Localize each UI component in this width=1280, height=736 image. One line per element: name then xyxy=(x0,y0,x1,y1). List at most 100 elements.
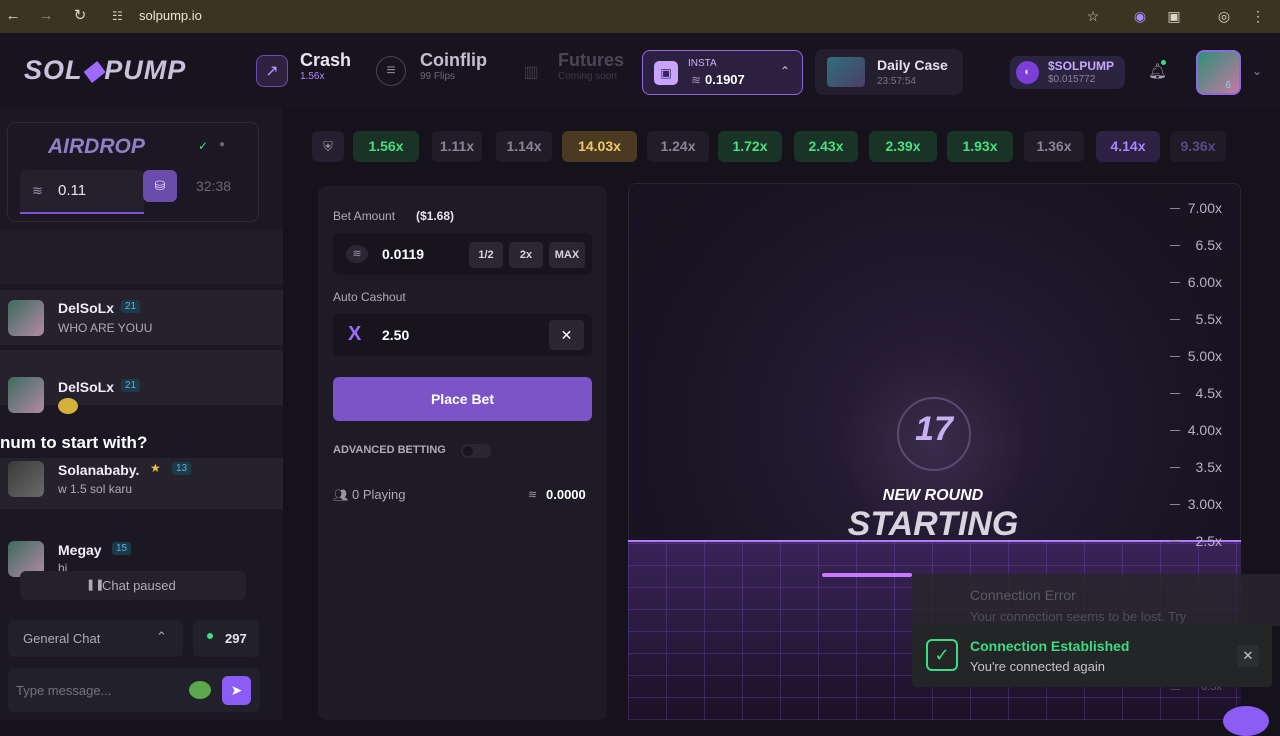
emoji-icon xyxy=(58,398,78,414)
auto-cashout-input[interactable]: 2.50 xyxy=(382,327,409,343)
chat-username[interactable]: DelSoLx xyxy=(58,379,114,395)
avatar[interactable] xyxy=(8,300,44,336)
tab-coinflip-count: 99 Flips xyxy=(420,71,456,82)
tab-futures-label: Futures xyxy=(558,50,625,70)
chat-message: DelSoLx 21 WHO ARE YOUU xyxy=(0,290,283,346)
wallet-dropdown[interactable]: ▣ INSTA ≋ 0.1907 ⌃ xyxy=(642,50,803,95)
tab-crash[interactable]: Crash 1.56x xyxy=(300,50,351,94)
support-bubble[interactable] xyxy=(1223,706,1269,736)
players-icon: 👥︎ xyxy=(333,488,349,502)
chat-username[interactable]: Megay xyxy=(58,542,102,558)
advanced-betting-label: ADVANCED BETTING xyxy=(333,444,446,456)
chat-message-faded xyxy=(0,230,283,285)
bet-amount-usd: ($1.68) xyxy=(416,209,455,223)
multiplier-x-icon: X xyxy=(348,323,362,345)
place-bet-button[interactable]: Place Bet xyxy=(333,377,592,421)
forward-icon[interactable]: → xyxy=(37,7,55,25)
history-multiplier-pill[interactable]: 14.03x xyxy=(562,131,637,162)
axis-tick xyxy=(1170,467,1180,468)
history-multiplier-pill[interactable]: 2.39x xyxy=(869,131,937,162)
sol-icon: ≋ xyxy=(32,183,43,198)
bet-amount-input[interactable]: 0.0119 xyxy=(382,246,424,262)
tab-coinflip[interactable]: Coinflip 99 Flips xyxy=(420,50,487,94)
profile-icon[interactable]: ◎ xyxy=(1215,7,1233,25)
info-icon[interactable]: ● xyxy=(219,139,225,150)
chat-username[interactable]: DelSoLx xyxy=(58,300,114,316)
clear-icon[interactable]: ✕ xyxy=(549,320,584,350)
history-multiplier-pill[interactable]: 1.72x xyxy=(718,131,782,162)
advanced-betting-toggle[interactable] xyxy=(461,444,491,458)
chat-message: DelSoLx 21 xyxy=(0,350,283,414)
half-bet-button[interactable]: 1/2 xyxy=(469,242,503,268)
history-multiplier-pill[interactable]: 1.14x xyxy=(496,131,552,162)
axis-tick xyxy=(1170,541,1180,542)
axis-tick-label: 4.00x xyxy=(1187,422,1222,438)
crash-chart-icon[interactable]: ↗ xyxy=(256,55,288,87)
solpump-token-icon: ◐ xyxy=(1016,61,1039,84)
history-multiplier-pill[interactable]: 9.36x xyxy=(1170,131,1226,162)
check-icon: ✓ xyxy=(926,639,958,671)
menu-kebab-icon[interactable]: ⋮ xyxy=(1249,7,1267,25)
online-dot-icon xyxy=(207,633,213,639)
extensions-icon[interactable]: ▣ xyxy=(1165,7,1183,25)
channel-label: General Chat xyxy=(23,631,101,646)
chat-username[interactable]: Solanababy. xyxy=(58,462,139,478)
axis-tick-label: 2.5x xyxy=(1195,533,1222,549)
close-icon[interactable]: ✕ xyxy=(1237,645,1259,667)
history-multiplier-pill[interactable]: 1.11x xyxy=(432,131,482,162)
chat-channel-select[interactable]: General Chat ⌃ xyxy=(8,620,183,657)
double-bet-button[interactable]: 2x xyxy=(509,242,543,268)
coinflip-icon[interactable]: ≡ xyxy=(376,56,406,86)
axis-tick xyxy=(1170,245,1180,246)
user-avatar[interactable]: 6 xyxy=(1196,50,1241,95)
airdrop-amount-box: ≋ 0.11 xyxy=(20,170,144,214)
total-bet-amount: 0.0000 xyxy=(546,487,586,502)
token-name: $SOLPUMP xyxy=(1048,59,1115,73)
avatar[interactable] xyxy=(8,461,44,497)
solpump-logo[interactable]: SOL◆PUMP xyxy=(24,55,186,86)
claim-icon[interactable]: ⛁ xyxy=(143,170,177,202)
history-multiplier-pill[interactable]: 4.14x xyxy=(1096,131,1160,162)
bookmark-star-icon[interactable]: ☆ xyxy=(1084,7,1102,25)
error-title: Connection Error xyxy=(970,587,1076,603)
shield-icon[interactable]: ⛨ xyxy=(312,131,344,162)
auto-cashout-field: X 2.50 ✕ xyxy=(333,314,592,356)
tab-coinflip-label: Coinflip xyxy=(420,50,487,70)
axis-tick-label: 6.00x xyxy=(1187,274,1222,290)
emoji-picker-icon[interactable] xyxy=(189,681,211,699)
site-info-icon[interactable]: ☷ xyxy=(112,9,126,23)
chevron-up-icon: ⌃ xyxy=(780,64,791,78)
reload-icon[interactable]: ↻ xyxy=(71,7,89,25)
chat-overlay-text: num to start with? xyxy=(0,433,148,452)
tab-futures: Futures Coming soon xyxy=(558,50,624,94)
toast-title: Connection Established xyxy=(970,638,1130,654)
chevron-down-icon[interactable]: ⌄ xyxy=(1252,64,1262,78)
axis-tick-label: 3.00x xyxy=(1187,496,1222,512)
airdrop-timer: 32:38 xyxy=(196,178,232,194)
avatar[interactable] xyxy=(8,377,44,413)
new-round-label: NEW ROUND xyxy=(882,487,984,504)
tab-crash-label: Crash xyxy=(300,50,352,70)
connection-established-toast: ✓ Connection Established You're connecte… xyxy=(912,624,1272,687)
solpump-token-price[interactable]: ◐ $SOLPUMP $0.015772 xyxy=(1010,56,1125,89)
chat-paused-banner[interactable]: ❚❚ Chat paused xyxy=(20,571,246,600)
history-multiplier-pill[interactable]: 2.43x xyxy=(794,131,858,162)
chat-message-input[interactable] xyxy=(16,676,176,704)
history-multiplier-pill[interactable]: 1.24x xyxy=(647,131,709,162)
toast-text: You're connected again xyxy=(970,659,1106,674)
daily-case-button[interactable]: Daily Case 23:57:54 xyxy=(815,49,963,95)
daily-case-label: Daily Case xyxy=(877,57,948,73)
history-multiplier-pill[interactable]: 1.93x xyxy=(947,131,1013,162)
axis-tick-label: 5.00x xyxy=(1187,348,1222,364)
playing-count: 0 Playing xyxy=(352,487,406,502)
history-multiplier-pill[interactable]: 1.56x xyxy=(353,131,419,162)
max-bet-button[interactable]: MAX xyxy=(549,242,585,268)
axis-tick xyxy=(1170,208,1180,209)
back-icon[interactable]: ← xyxy=(4,7,22,25)
history-multiplier-pill[interactable]: 1.36x xyxy=(1024,131,1084,162)
axis-tick-label: 3.5x xyxy=(1195,459,1222,475)
extension-ghost-icon[interactable]: ◉ xyxy=(1131,7,1149,25)
address-bar[interactable]: solpump.io xyxy=(139,8,202,23)
send-icon[interactable]: ➤ xyxy=(222,676,251,705)
level-badge: 21 xyxy=(121,379,141,392)
